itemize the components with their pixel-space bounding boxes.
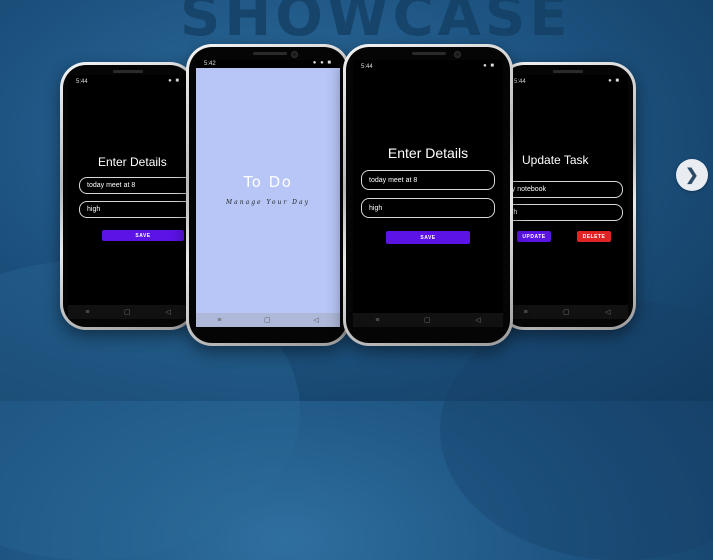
home-icon[interactable]: ▢ bbox=[264, 316, 271, 324]
priority-field[interactable]: high bbox=[506, 204, 623, 221]
status-icons: ● ■ bbox=[483, 63, 495, 69]
screen-title: Update Task bbox=[522, 153, 589, 167]
app-tagline: Manage Your Day bbox=[226, 199, 310, 206]
showcase-heading: SHOWCASE bbox=[180, 0, 572, 49]
phone-left-screen: 5:44 ● ■ Enter Details today meet at 8 h… bbox=[68, 75, 188, 319]
home-icon[interactable]: ▢ bbox=[424, 316, 431, 324]
back-icon[interactable]: ◁ bbox=[165, 308, 170, 316]
phone-center: 5:44 ● ■ Enter Details today meet at 8 h… bbox=[343, 44, 513, 346]
status-bar: 5:44 ● ■ bbox=[68, 75, 188, 89]
status-icons: ● ■ bbox=[168, 78, 180, 84]
home-icon[interactable]: ▢ bbox=[124, 308, 131, 316]
back-icon[interactable]: ◁ bbox=[313, 316, 318, 324]
task-name-field[interactable]: buy notebook bbox=[506, 181, 623, 198]
status-bar: 5:44 ● ■ bbox=[506, 75, 628, 89]
home-icon[interactable]: ▢ bbox=[563, 308, 570, 316]
status-time: 5:42 bbox=[204, 61, 216, 67]
status-time: 5:44 bbox=[76, 79, 88, 85]
menu-icon[interactable]: ≡ bbox=[524, 309, 528, 316]
task-name-field[interactable]: today meet at 8 bbox=[79, 177, 188, 194]
priority-field[interactable]: high bbox=[79, 201, 188, 218]
status-icons: ● ■ bbox=[608, 78, 620, 84]
menu-icon[interactable]: ≡ bbox=[375, 317, 379, 324]
app-title: To Do bbox=[243, 173, 293, 191]
save-button[interactable]: SAVE bbox=[386, 231, 470, 244]
task-name-field[interactable]: today meet at 8 bbox=[361, 170, 495, 190]
phone-splash: 5:42 ● ● ■ To Do Manage Your Day ≡ ▢ ◁ bbox=[186, 44, 350, 346]
status-icons: ● ● ■ bbox=[312, 60, 332, 66]
phone-left: 5:44 ● ■ Enter Details today meet at 8 h… bbox=[60, 62, 196, 330]
delete-button[interactable]: DELETE bbox=[577, 231, 611, 242]
back-icon[interactable]: ◁ bbox=[605, 308, 610, 316]
screen-title: Enter Details bbox=[98, 155, 167, 169]
priority-field[interactable]: high bbox=[361, 198, 495, 218]
status-time: 5:44 bbox=[361, 64, 373, 70]
screen-title: Enter Details bbox=[387, 145, 469, 161]
nav-bar: ≡ ▢ ◁ bbox=[68, 305, 188, 319]
nav-bar: ≡ ▢ ◁ bbox=[353, 313, 503, 327]
status-bar: 5:42 ● ● ■ bbox=[196, 60, 340, 68]
splash-screen: 5:42 ● ● ■ To Do Manage Your Day ≡ ▢ ◁ bbox=[196, 60, 340, 327]
status-time: 5:44 bbox=[514, 79, 526, 85]
phone-right-screen: 5:44 ● ■ Update Task buy notebook high U… bbox=[506, 75, 628, 319]
carousel-next-button[interactable]: ❯ bbox=[676, 159, 708, 191]
nav-bar: ≡ ▢ ◁ bbox=[196, 313, 340, 327]
menu-icon[interactable]: ≡ bbox=[217, 317, 221, 324]
back-icon[interactable]: ◁ bbox=[475, 316, 480, 324]
save-button[interactable]: SAVE bbox=[102, 230, 184, 241]
chevron-right-icon: ❯ bbox=[685, 167, 699, 184]
phone-center-screen: 5:44 ● ■ Enter Details today meet at 8 h… bbox=[353, 60, 503, 327]
menu-icon[interactable]: ≡ bbox=[85, 309, 89, 316]
nav-bar: ≡ ▢ ◁ bbox=[506, 305, 628, 319]
update-button[interactable]: UPDATE bbox=[517, 231, 551, 242]
status-bar: 5:44 ● ■ bbox=[353, 60, 503, 74]
phone-right: 5:44 ● ■ Update Task buy notebook high U… bbox=[498, 62, 636, 330]
